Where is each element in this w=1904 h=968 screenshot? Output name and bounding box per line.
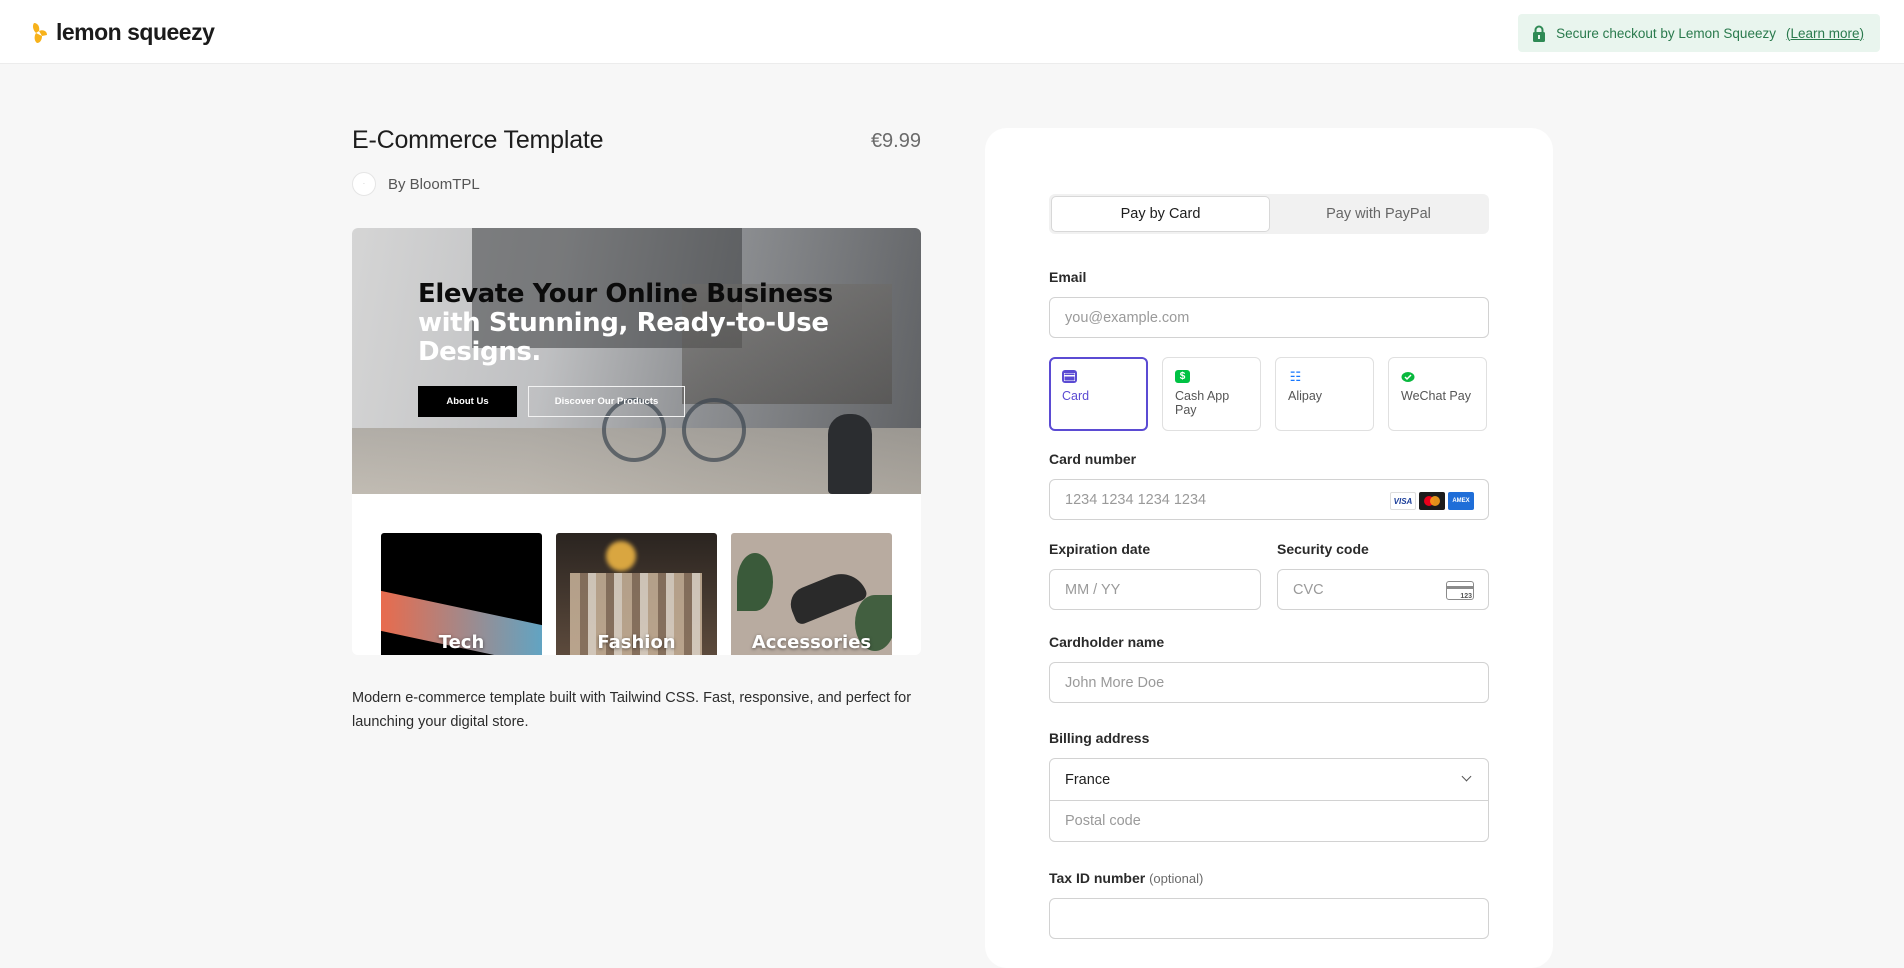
product-title: E-Commerce Template xyxy=(352,126,604,154)
security-code-field[interactable]: CVC 123 xyxy=(1277,569,1489,610)
expiration-field[interactable]: MM / YY xyxy=(1049,569,1261,610)
expiration-label: Expiration date xyxy=(1049,541,1151,557)
method-alipay[interactable]: ☷ Alipay xyxy=(1275,357,1374,431)
card-icon xyxy=(1062,370,1077,383)
method-cash-app-pay[interactable]: $ Cash App Pay xyxy=(1162,357,1261,431)
payment-tabs: Pay by Card Pay with PayPal xyxy=(1049,194,1489,234)
category-accessories-card: Accessories xyxy=(731,533,892,655)
chevron-down-icon xyxy=(1461,771,1472,782)
card-number-label: Card number xyxy=(1049,451,1137,467)
security-code-placeholder: CVC xyxy=(1293,581,1324,598)
card-number-field[interactable]: 1234 1234 1234 1234 VISA AMEX xyxy=(1049,479,1489,520)
seller-row: · By BloomTPL xyxy=(352,172,921,196)
top-bar: lemon squeezy Secure checkout by Lemon S… xyxy=(0,0,1904,64)
postal-code-field[interactable]: Postal code xyxy=(1050,800,1488,841)
method-wechat-pay[interactable]: WeChat Pay xyxy=(1388,357,1487,431)
postal-code-placeholder: Postal code xyxy=(1065,813,1141,829)
secure-checkout-text: Secure checkout by Lemon Squeezy xyxy=(1556,25,1776,41)
tab-pay-by-card[interactable]: Pay by Card xyxy=(1051,196,1270,232)
checkout-form: Pay by Card Pay with PayPal Email you@ex… xyxy=(1049,194,1489,939)
hero-heading: Elevate Your Online Business with Stunni… xyxy=(418,280,838,367)
method-label: WeChat Pay xyxy=(1401,389,1471,403)
amex-icon: AMEX xyxy=(1448,492,1474,510)
hero-heading-line3: Designs. xyxy=(418,337,541,367)
category-label: Fashion xyxy=(597,632,676,653)
method-label: Card xyxy=(1062,389,1090,403)
hero-heading-line2: with Stunning, Ready-to-Use xyxy=(418,308,829,338)
preview-about-button: About Us xyxy=(418,386,517,417)
tab-pay-with-paypal[interactable]: Pay with PayPal xyxy=(1270,196,1487,232)
secure-checkout-badge: Secure checkout by Lemon Squeezy (Learn … xyxy=(1518,14,1880,52)
category-tech-card: Tech xyxy=(381,533,542,655)
email-label: Email xyxy=(1049,269,1087,285)
cash-app-icon: $ xyxy=(1175,370,1190,383)
cardholder-placeholder: John More Doe xyxy=(1065,674,1165,691)
hero-banner: Elevate Your Online Business with Stunni… xyxy=(352,228,921,494)
card-number-placeholder: 1234 1234 1234 1234 xyxy=(1065,491,1207,508)
visa-icon: VISA xyxy=(1390,492,1416,510)
security-code-label: Security code xyxy=(1277,541,1369,557)
alipay-icon: ☷ xyxy=(1289,368,1302,384)
seller-name: By BloomTPL xyxy=(388,175,480,193)
product-preview-image: Elevate Your Online Business with Stunni… xyxy=(352,228,921,655)
billing-address-label: Billing address xyxy=(1049,730,1150,746)
brand-name: lemon squeezy xyxy=(56,19,215,45)
preview-discover-button: Discover Our Products xyxy=(528,386,685,417)
tax-id-label-text: Tax ID number xyxy=(1049,870,1146,886)
wechat-icon xyxy=(1401,370,1416,383)
seller-avatar: · xyxy=(352,172,376,196)
checkout-panel: Pay by Card Pay with PayPal Email you@ex… xyxy=(985,128,1553,968)
product-summary: E-Commerce Template €9.99 · By BloomTPL … xyxy=(352,126,921,730)
cardholder-label: Cardholder name xyxy=(1049,634,1165,650)
learn-more-link[interactable]: (Learn more) xyxy=(1786,26,1864,41)
country-value: France xyxy=(1065,771,1111,788)
cardholder-name-field[interactable]: John More Doe xyxy=(1049,662,1489,703)
category-label: Tech xyxy=(438,632,485,653)
tax-id-field[interactable] xyxy=(1049,898,1489,939)
billing-address-group: France Postal code xyxy=(1049,758,1489,842)
method-card[interactable]: Card xyxy=(1049,357,1148,431)
brand-logo[interactable]: lemon squeezy xyxy=(30,19,215,46)
tax-id-label: Tax ID number (optional) xyxy=(1049,870,1489,886)
method-label: Cash App Pay xyxy=(1175,389,1230,417)
product-price: €9.99 xyxy=(870,130,921,152)
lock-icon xyxy=(1533,25,1546,42)
card-brand-logos: VISA AMEX xyxy=(1390,492,1474,510)
lemon-squeezy-logo-icon xyxy=(32,22,47,43)
method-label: Alipay xyxy=(1288,389,1323,403)
expiry-cvc-row: Expiration date MM / YY Security code CV… xyxy=(1049,541,1489,610)
expiration-placeholder: MM / YY xyxy=(1065,581,1121,598)
mastercard-icon xyxy=(1419,492,1445,510)
email-placeholder: you@example.com xyxy=(1065,309,1190,326)
category-fashion-card: Fashion xyxy=(556,533,717,655)
product-description: Modern e-commerce template built with Ta… xyxy=(352,690,912,730)
email-field[interactable]: you@example.com xyxy=(1049,297,1489,338)
category-label: Accessories xyxy=(751,632,872,653)
country-select[interactable]: France xyxy=(1050,759,1488,800)
payment-method-selector: Card $ Cash App Pay ☷ Alipay WeChat Pay xyxy=(1049,357,1489,431)
hero-heading-line1: Elevate Your Online Business xyxy=(418,279,833,309)
cvc-card-icon: 123 xyxy=(1446,581,1474,600)
tax-id-optional: (optional) xyxy=(1149,871,1204,886)
